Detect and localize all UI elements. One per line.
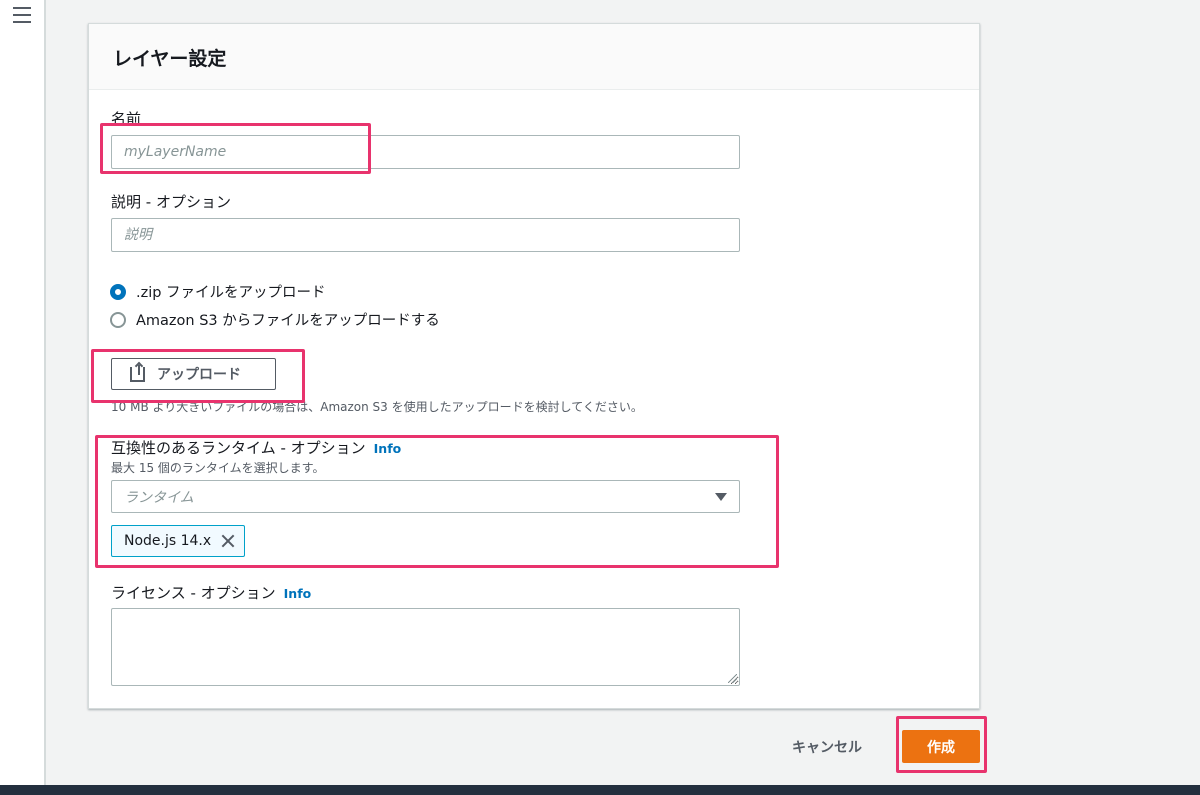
description-label: 説明 - オプション xyxy=(111,193,231,211)
panel-title: レイヤー設定 xyxy=(113,48,227,70)
upload-icon xyxy=(130,364,145,382)
license-label: ライセンス - オプション xyxy=(111,584,276,602)
cancel-button[interactable]: キャンセル xyxy=(772,730,882,764)
runtimes-info-link[interactable]: Info xyxy=(374,441,402,456)
panel-header: レイヤー設定 xyxy=(89,24,979,90)
radio-upload-zip[interactable]: .zip ファイルをアップロード xyxy=(110,281,326,302)
radio-upload-s3[interactable]: Amazon S3 からファイルをアップロードする xyxy=(110,309,440,330)
runtime-select[interactable]: ランタイム xyxy=(111,480,740,513)
runtimes-description: 最大 15 個のランタイムを選択します。 xyxy=(111,461,325,475)
license-info-link[interactable]: Info xyxy=(284,586,312,601)
bottom-bar xyxy=(0,785,1200,795)
caret-down-icon xyxy=(715,492,727,501)
runtime-token-label: Node.js 14.x xyxy=(124,533,212,549)
hamburger-menu-icon[interactable] xyxy=(13,7,31,23)
layer-name-input[interactable] xyxy=(111,135,740,169)
description-input[interactable] xyxy=(111,218,740,252)
license-textarea[interactable] xyxy=(111,608,740,686)
runtime-token: Node.js 14.x xyxy=(111,525,245,557)
side-navigation-rail xyxy=(0,0,46,785)
upload-button[interactable]: アップロード xyxy=(111,358,276,390)
resize-grip-icon[interactable] xyxy=(728,674,737,683)
license-label-row: ライセンス - オプション Info xyxy=(111,582,311,603)
close-icon[interactable] xyxy=(219,532,237,550)
runtimes-label: 互換性のあるランタイム - オプション xyxy=(111,439,366,457)
upload-size-hint: 10 MB より大きいファイルの場合は、Amazon S3 を使用したアップロー… xyxy=(111,400,643,414)
runtime-select-placeholder: ランタイム xyxy=(124,489,194,506)
radio-button-checked[interactable] xyxy=(110,283,126,300)
runtimes-label-row: 互換性のあるランタイム - オプション Info xyxy=(111,437,401,458)
upload-button-label: アップロード xyxy=(157,366,241,382)
radio-upload-s3-label: Amazon S3 からファイルをアップロードする xyxy=(136,313,440,329)
name-label: 名前 xyxy=(111,110,142,128)
radio-button-unchecked[interactable] xyxy=(110,311,126,328)
radio-upload-zip-label: .zip ファイルをアップロード xyxy=(136,285,326,301)
create-button[interactable]: 作成 xyxy=(902,730,980,763)
